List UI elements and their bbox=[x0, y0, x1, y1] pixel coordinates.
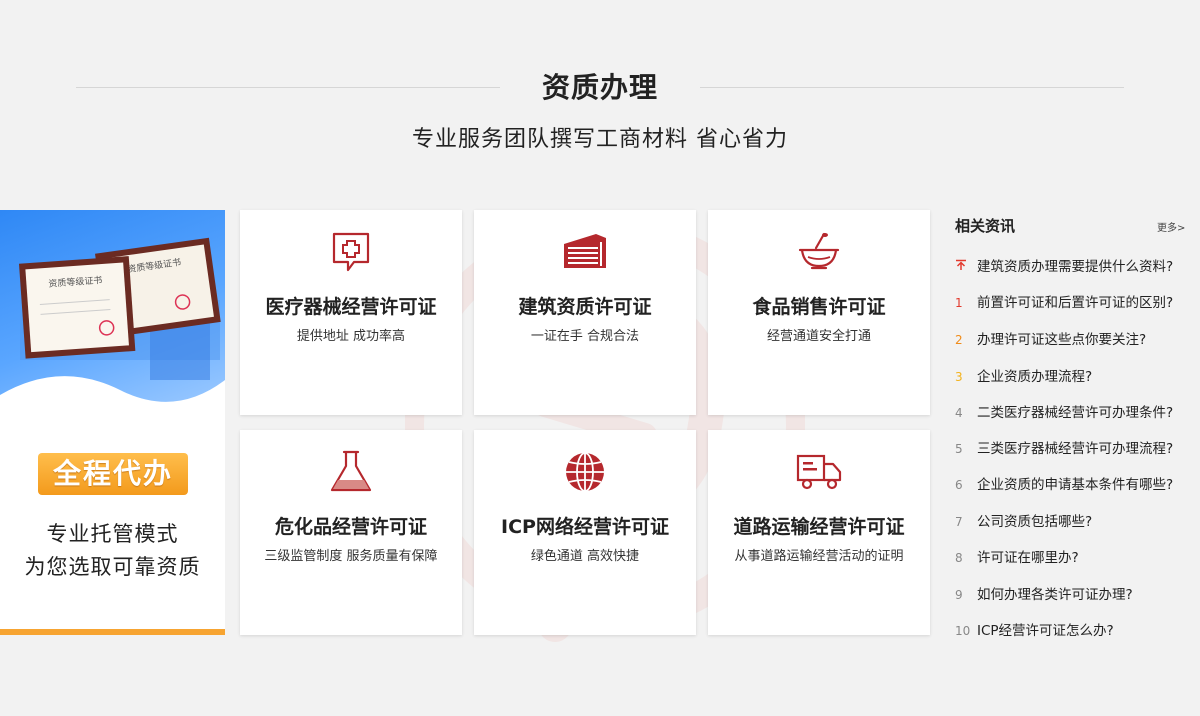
news-item-text: 办理许可证这些点你要关注? bbox=[977, 332, 1147, 348]
card-desc: 提供地址 成功率高 bbox=[296, 329, 406, 344]
card-desc: 三级监管制度 服务质量有保障 bbox=[264, 549, 438, 564]
promo-line-1: 专业托管模式 bbox=[46, 522, 179, 546]
news-item[interactable]: 2 办理许可证这些点你要关注? bbox=[955, 328, 1195, 348]
news-item-number: 2 bbox=[955, 333, 963, 347]
news-item-number: 8 bbox=[955, 551, 963, 565]
page-subtitle: 专业服务团队撰写工商材料 省心省力 bbox=[412, 127, 788, 152]
news-item[interactable]: 1 前置许可证和后置许可证的区别? bbox=[955, 291, 1195, 311]
news-item-text: 建筑资质办理需要提供什么资料? bbox=[977, 259, 1174, 275]
news-item[interactable]: 6 企业资质的申请基本条件有哪些? bbox=[955, 473, 1195, 493]
news-item-text: 许可证在哪里办? bbox=[977, 550, 1079, 566]
card-construction-license[interactable]: 建筑资质许可证 一证在手 合规合法 bbox=[474, 210, 696, 415]
news-item-number: 10 bbox=[955, 624, 971, 638]
card-title: ICP网络经营许可证 bbox=[501, 516, 669, 538]
news-item-text: 前置许可证和后置许可证的区别? bbox=[977, 295, 1174, 311]
news-item[interactable]: 9 如何办理各类许可证办理? bbox=[955, 583, 1195, 603]
card-title: 建筑资质许可证 bbox=[518, 296, 652, 318]
food-bowl-icon bbox=[798, 232, 840, 270]
page-title: 资质办理 bbox=[541, 71, 658, 104]
news-item-text: 企业资质的申请基本条件有哪些? bbox=[977, 477, 1174, 493]
news-item-number: 4 bbox=[955, 406, 963, 420]
card-desc: 经营通道安全打通 bbox=[766, 329, 871, 344]
news-more-link[interactable]: 更多> bbox=[1157, 219, 1185, 234]
card-title: 危化品经营许可证 bbox=[274, 516, 427, 538]
news-item[interactable]: 8 许可证在哪里办? bbox=[955, 546, 1195, 566]
card-title: 食品销售许可证 bbox=[752, 296, 886, 318]
news-item-number: 9 bbox=[955, 588, 963, 602]
globe-icon bbox=[566, 452, 604, 492]
promo-accent-bar bbox=[0, 629, 225, 635]
news-item-text: 公司资质包括哪些? bbox=[977, 514, 1093, 530]
news-item-text: ICP经营许可证怎么办? bbox=[977, 623, 1114, 639]
news-item-text: 三类医疗器械经营许可办理流程? bbox=[977, 441, 1174, 457]
card-desc: 从事道路运输经营活动的证明 bbox=[734, 549, 904, 564]
card-food-sales-license[interactable]: 食品销售许可证 经营通道安全打通 bbox=[708, 210, 930, 415]
promo-badge: 全程代办 bbox=[38, 453, 188, 495]
pin-top-icon bbox=[955, 259, 977, 275]
news-item-number: 6 bbox=[955, 478, 963, 492]
news-item[interactable]: 4 二类医疗器械经营许可办理条件? bbox=[955, 401, 1195, 421]
building-icon bbox=[564, 234, 606, 268]
card-title: 道路运输经营许可证 bbox=[733, 516, 905, 538]
card-title: 医疗器械经营许可证 bbox=[265, 296, 437, 318]
news-item[interactable]: 建筑资质办理需要提供什么资料? bbox=[955, 255, 1195, 275]
news-item-text: 如何办理各类许可证办理? bbox=[977, 587, 1133, 603]
promo-panel[interactable]: 资质等级证书 资质等级证书 全程代办 专业托管模式 为您选取可靠资质 bbox=[0, 210, 225, 635]
news-item[interactable]: 3 企业资质办理流程? bbox=[955, 365, 1195, 385]
card-icp-license[interactable]: ICP网络经营许可证 绿色通道 高效快捷 bbox=[474, 430, 696, 635]
medical-cross-icon bbox=[332, 232, 370, 272]
card-hazardous-chemicals-license[interactable]: 危化品经营许可证 三级监管制度 服务质量有保障 bbox=[240, 430, 462, 635]
promo-line-2: 为您选取可靠资质 bbox=[24, 555, 201, 579]
promo-wave bbox=[0, 376, 225, 440]
card-desc: 绿色通道 高效快捷 bbox=[530, 549, 640, 564]
news-item[interactable]: 5 三类医疗器械经营许可办理流程? bbox=[955, 437, 1195, 457]
flask-icon bbox=[330, 450, 372, 492]
card-desc: 一证在手 合规合法 bbox=[530, 329, 640, 344]
news-item-number: 7 bbox=[955, 515, 963, 529]
card-road-transport-license[interactable]: 道路运输经营许可证 从事道路运输经营活动的证明 bbox=[708, 430, 930, 635]
news-item-number: 1 bbox=[955, 296, 963, 310]
news-item-text: 企业资质办理流程? bbox=[977, 369, 1093, 385]
news-item-number: 5 bbox=[955, 442, 963, 456]
news-item-text: 二类医疗器械经营许可办理条件? bbox=[977, 405, 1174, 421]
news-item[interactable]: 10 ICP经营许可证怎么办? bbox=[955, 619, 1195, 639]
truck-icon bbox=[796, 454, 842, 490]
card-medical-device-license[interactable]: 医疗器械经营许可证 提供地址 成功率高 bbox=[240, 210, 462, 415]
news-section-title: 相关资讯 bbox=[955, 217, 1016, 235]
news-item[interactable]: 7 公司资质包括哪些? bbox=[955, 510, 1195, 530]
news-item-number: 3 bbox=[955, 370, 963, 384]
